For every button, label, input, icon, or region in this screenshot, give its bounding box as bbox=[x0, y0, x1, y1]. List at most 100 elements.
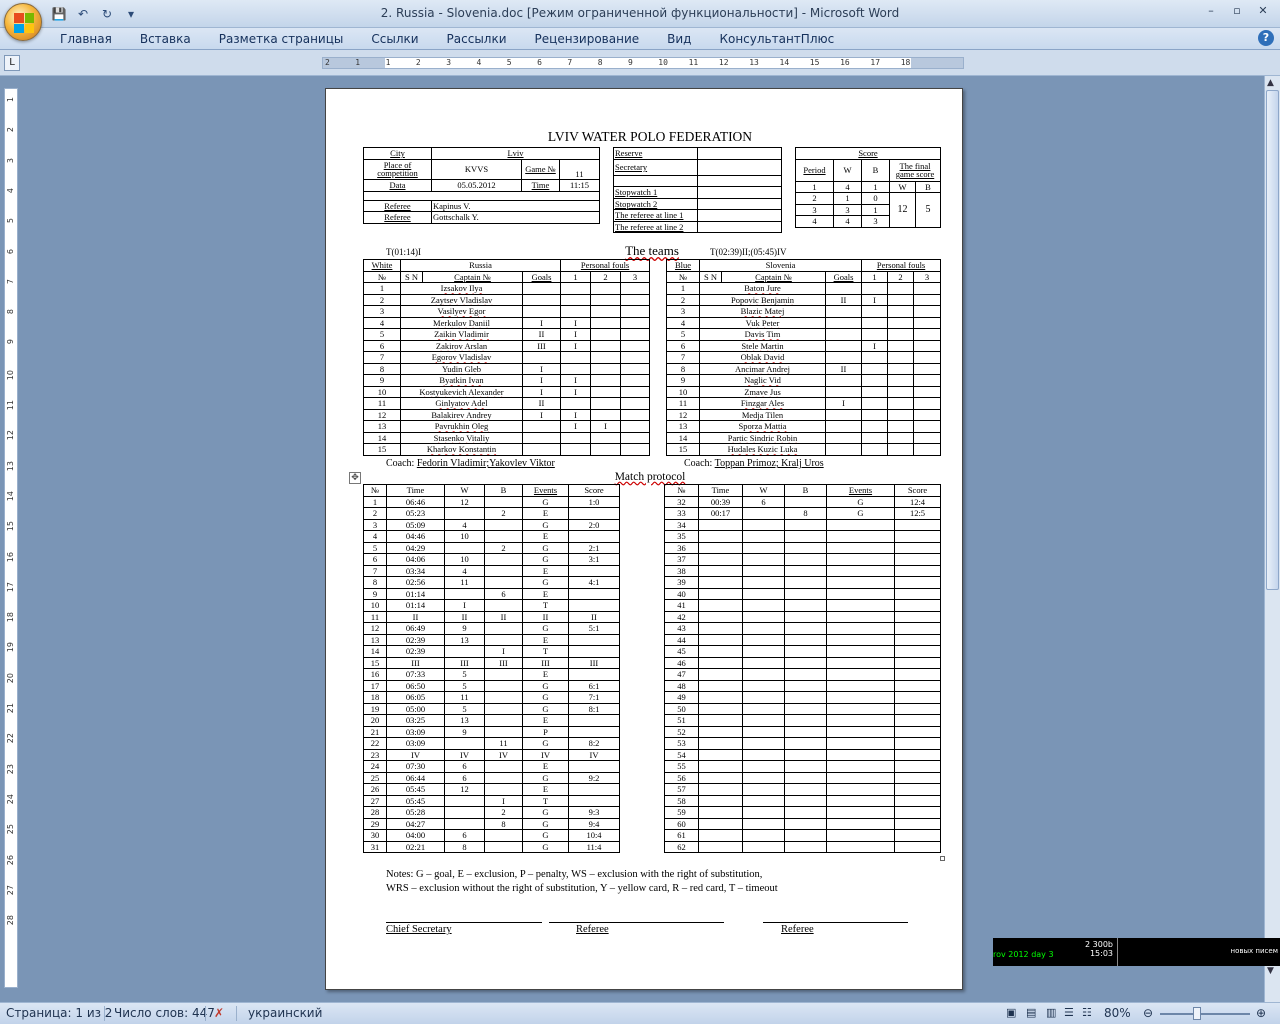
zoom-slider[interactable] bbox=[1160, 1013, 1250, 1015]
view-full-screen-icon[interactable]: ▤ bbox=[1026, 1006, 1036, 1019]
event-w: 5 bbox=[444, 702, 485, 715]
russia-player-number: 13 bbox=[363, 420, 401, 433]
zoom-in-icon[interactable]: ⊕ bbox=[1256, 1006, 1266, 1020]
view-web-icon[interactable]: ▥ bbox=[1046, 1006, 1056, 1019]
ruler-tick: 11 bbox=[688, 58, 699, 67]
event-b bbox=[784, 679, 827, 692]
table-row: 34 bbox=[664, 518, 941, 531]
scroll-thumb[interactable] bbox=[1266, 90, 1279, 590]
event-w bbox=[742, 771, 785, 784]
event-score: 4:1 bbox=[568, 576, 620, 589]
russia-foul-2 bbox=[590, 374, 622, 387]
slovenia-foul-3 bbox=[913, 293, 942, 306]
russia-player-goals: II bbox=[521, 328, 562, 341]
slovenia-player-name: Finzgar Ales bbox=[699, 397, 826, 410]
event-b: IV bbox=[484, 748, 523, 761]
spelling-check-icon[interactable]: ✗ bbox=[214, 1006, 224, 1020]
tab-mailings[interactable]: Рассылки bbox=[433, 31, 521, 47]
time-label: Time bbox=[521, 179, 560, 192]
event-b: 2 bbox=[484, 806, 523, 819]
event-score bbox=[568, 725, 620, 738]
russia-foul-3 bbox=[620, 339, 651, 352]
ruler-tick: 2 bbox=[415, 58, 421, 67]
russia-team-name: Russia bbox=[399, 259, 562, 272]
view-draft-icon[interactable]: ☷ bbox=[1082, 1006, 1092, 1019]
event-number: 15 bbox=[363, 656, 387, 669]
event-w: 5 bbox=[444, 679, 485, 692]
office-button[interactable] bbox=[4, 3, 42, 41]
status-words[interactable]: Число слов: 447 bbox=[114, 1006, 215, 1020]
help-icon[interactable]: ? bbox=[1258, 30, 1274, 46]
slovenia-foul-2 bbox=[887, 293, 915, 306]
event-w bbox=[742, 760, 785, 773]
event-b bbox=[484, 760, 523, 773]
horizontal-ruler[interactable]: 2 1 1 2 3 4 5 6 7 8 9 10 11 12 13 14 15 16 17 18 bbox=[322, 57, 964, 69]
slovenia-foul-1 bbox=[861, 316, 889, 329]
table-row: 7 03:34 4 E bbox=[363, 564, 620, 577]
russia-player-goals bbox=[521, 305, 562, 318]
event-w bbox=[444, 541, 485, 554]
document-page[interactable]: LVIV WATER POLO FEDERATION City Lviv Plac… bbox=[325, 88, 963, 990]
russia-foul-1 bbox=[560, 305, 592, 318]
table-row: 58 bbox=[664, 794, 941, 807]
tab-selector-icon[interactable]: L bbox=[4, 55, 20, 71]
table-row: 15 Kharkov Konstantin bbox=[363, 443, 651, 456]
slovenia-player-number: 3 bbox=[666, 305, 700, 318]
zoom-slider-knob[interactable] bbox=[1193, 1007, 1201, 1020]
event-score bbox=[894, 702, 941, 715]
event-number: 62 bbox=[664, 840, 699, 853]
slovenia-col-1: S N bbox=[699, 270, 722, 283]
vruler-tick: 4 bbox=[6, 187, 15, 193]
event-w bbox=[742, 599, 785, 612]
slovenia-foul-1 bbox=[861, 408, 889, 421]
close-button[interactable]: ✕ bbox=[1252, 3, 1274, 19]
next-page-icon[interactable]: ▼ bbox=[1267, 966, 1274, 976]
event-w bbox=[742, 817, 785, 830]
vruler-tick: 28 bbox=[6, 915, 15, 926]
event-b bbox=[484, 518, 523, 531]
slovenia-player-number: 14 bbox=[666, 431, 700, 444]
tab-review[interactable]: Рецензирование bbox=[521, 31, 654, 47]
tab-home[interactable]: Главная bbox=[46, 31, 126, 47]
event-score: 12:4 bbox=[894, 495, 941, 508]
event-time: 02:39 bbox=[386, 633, 445, 646]
table-resize-handle[interactable] bbox=[940, 856, 945, 861]
russia-foul-2: I bbox=[590, 420, 622, 433]
russia-foul-1 bbox=[560, 351, 592, 364]
zoom-level[interactable]: 80% bbox=[1104, 1006, 1131, 1020]
event-w bbox=[444, 645, 485, 658]
tab-insert[interactable]: Вставка bbox=[126, 31, 205, 47]
tab-page-layout[interactable]: Разметка страницы bbox=[205, 31, 358, 47]
scroll-up-icon[interactable]: ▲ bbox=[1267, 78, 1274, 88]
event-score: 9:2 bbox=[568, 771, 620, 784]
minimize-button[interactable]: – bbox=[1200, 3, 1222, 19]
slovenia-foul-1 bbox=[861, 420, 889, 433]
status-language[interactable]: украинский bbox=[248, 1006, 322, 1020]
vertical-ruler[interactable]: 1 2 3 4 5 6 7 8 9 10 11 12 13 14 15 16 17 18 19 20 21 22 23 24 2… bbox=[4, 88, 18, 988]
event-score bbox=[568, 530, 620, 543]
table-row: 29 04:27 8 G 9:4 bbox=[363, 817, 620, 830]
slovenia-player-number: 9 bbox=[666, 374, 700, 387]
maximize-button[interactable]: ▫ bbox=[1226, 3, 1248, 19]
view-print-layout-icon[interactable]: ▣ bbox=[1006, 1006, 1016, 1019]
event-b bbox=[484, 576, 523, 589]
event-time bbox=[698, 530, 743, 543]
coach-left-value: Fedorin Vladimir;Yakovlev Viktor bbox=[416, 458, 555, 469]
vertical-scrollbar[interactable]: ▲ ○ ▼ bbox=[1264, 76, 1280, 1002]
status-page[interactable]: Страница: 1 из 2 bbox=[6, 1006, 112, 1020]
event-b: 2 bbox=[484, 507, 523, 520]
zoom-out-icon[interactable]: ⊖ bbox=[1143, 1006, 1153, 1020]
event-score bbox=[568, 783, 620, 796]
event-type: G bbox=[522, 541, 569, 554]
russia-foul-1: I bbox=[560, 316, 592, 329]
table-row: 28 05:28 2 G 9:3 bbox=[363, 806, 620, 819]
event-w bbox=[742, 679, 785, 692]
protocol-right-col-2: W bbox=[742, 484, 785, 497]
tab-consultant[interactable]: КонсультантПлюс bbox=[705, 31, 848, 47]
event-b bbox=[784, 564, 827, 577]
tab-view[interactable]: Вид bbox=[653, 31, 705, 47]
view-outline-icon[interactable]: ☰ bbox=[1064, 1006, 1074, 1019]
tab-references[interactable]: Ссылки bbox=[357, 31, 432, 47]
protocol-table-left: № Time W B Events Score 1 06:46 12 G 1:0 2 05:23 2 E 3 0… bbox=[363, 484, 620, 853]
sign-chief-secretary: Chief Secretary bbox=[386, 924, 452, 935]
